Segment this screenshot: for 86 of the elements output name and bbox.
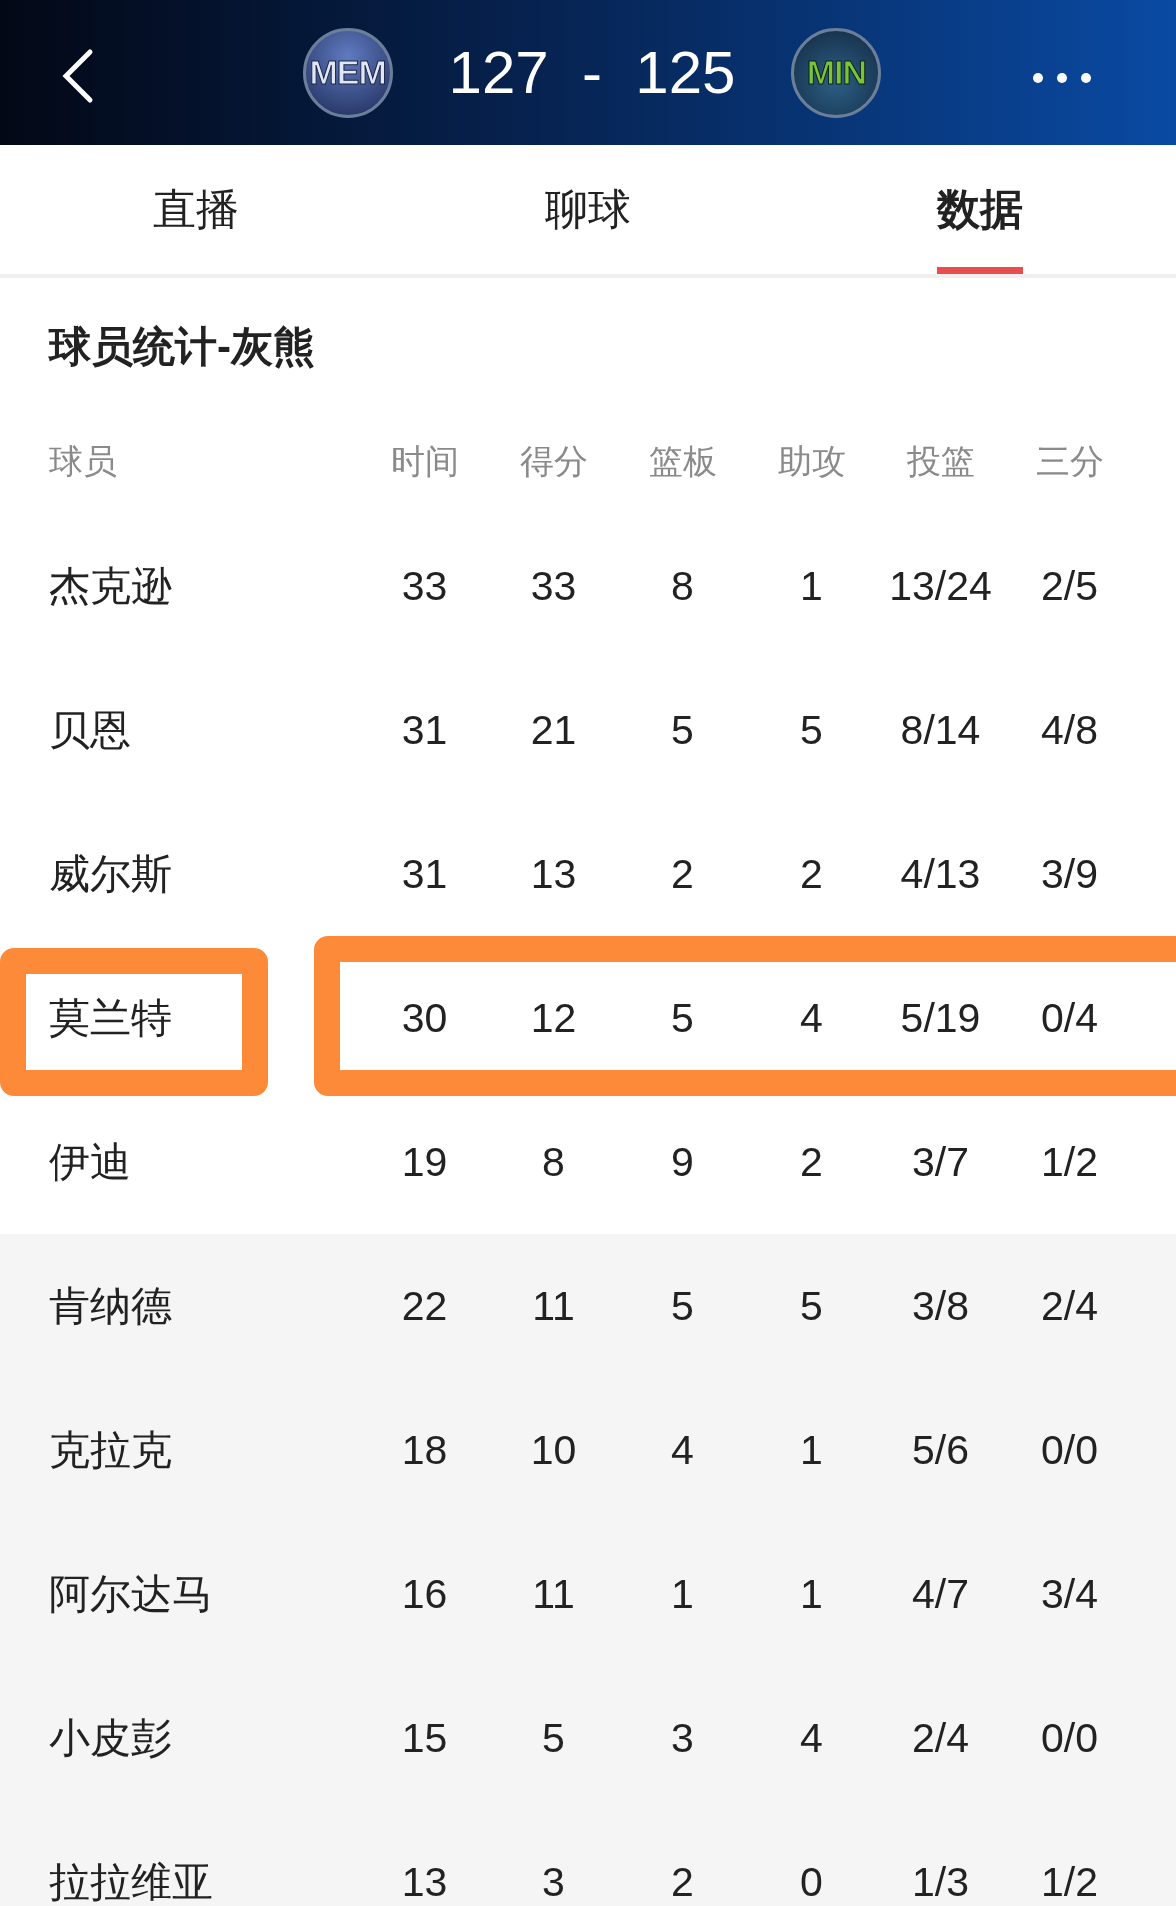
table-cell-text: 5 (541, 1714, 566, 1762)
table-cell-text: 8/14 (899, 706, 982, 754)
table-cell-text: 0 (799, 1858, 824, 1906)
table-cell-text: 3/9 (1040, 850, 1099, 898)
table-cell-text: 杰克逊 (48, 561, 173, 611)
table-cell-text: 19 (400, 1138, 449, 1186)
table-cell-text: 16 (400, 1570, 449, 1618)
table-cell-text: 4 (670, 1426, 695, 1474)
table-cell-text: 3/7 (911, 1138, 970, 1186)
table-cell-text: 18 (400, 1426, 449, 1474)
table-cell-text: 15 (400, 1714, 449, 1762)
table-cell-text: 2 (670, 1858, 695, 1906)
score: 127 - 125 (448, 38, 736, 107)
table-cell-text: 33 (529, 562, 578, 610)
table-cell-text: 11 (531, 1282, 576, 1330)
table-cell-text: 30 (400, 994, 449, 1042)
table-cell-text: 2 (670, 850, 695, 898)
table-cell-text: 2/4 (911, 1714, 970, 1762)
table-cell-text: 4/8 (1040, 706, 1099, 754)
tab[interactable]: 数据 (784, 145, 1176, 274)
table-cell-text: 5 (799, 706, 824, 754)
table-cell-text: 4 (799, 1714, 824, 1762)
table-cell-text: 拉拉维亚 (48, 1857, 214, 1906)
table-cell-text: 33 (400, 562, 449, 610)
table-cell-text: 2 (799, 1138, 824, 1186)
column-header: 助攻 (776, 441, 847, 482)
table-cell-text: 0/0 (1040, 1426, 1099, 1474)
table-cell-text: 11 (531, 1570, 576, 1618)
table-cell-text: 12 (529, 994, 578, 1042)
table-cell-text: 3/8 (911, 1282, 970, 1330)
team-logo: MIN (791, 27, 882, 118)
table-cell-text: 3/4 (1040, 1570, 1099, 1618)
table-cell-text: 威尔斯 (48, 849, 173, 899)
table-cell-text: 5 (670, 1282, 695, 1330)
table-cell-text: 8 (541, 1138, 566, 1186)
column-header: 篮板 (647, 441, 718, 482)
table-cell-text: 4 (799, 994, 824, 1042)
table-cell-text: 5 (799, 1282, 824, 1330)
table-cell-text: 2/5 (1040, 562, 1099, 610)
section-title: 球员统计-灰熊 (49, 322, 315, 372)
table-cell-text: 2 (799, 850, 824, 898)
table-cell-text: 1 (799, 562, 824, 610)
column-header: 时间 (389, 441, 460, 482)
table-cell-text: 13/24 (888, 562, 993, 610)
table-cell-text: 13 (529, 850, 578, 898)
table-cell-text: 1 (799, 1426, 824, 1474)
table-cell-text: 1/2 (1040, 1138, 1099, 1186)
table-cell-text: 31 (400, 706, 449, 754)
table-cell-text: 伊迪 (48, 1137, 132, 1187)
column-header: 得分 (518, 441, 589, 482)
back-icon[interactable] (60, 48, 94, 104)
table-cell-text: 3 (541, 1858, 566, 1906)
column-header: 球员 (48, 441, 118, 482)
table-cell-text: 0/4 (1040, 994, 1099, 1042)
table-cell-text: 肯纳德 (48, 1281, 173, 1331)
tab[interactable]: 直播 (0, 145, 392, 274)
table-cell-text: 1/3 (911, 1858, 970, 1906)
table-cell-text: 1/2 (1040, 1858, 1099, 1906)
table-cell-text: 10 (529, 1426, 578, 1474)
table-cell-text: 13 (400, 1858, 449, 1906)
table-cell-text: 5/19 (899, 994, 982, 1042)
table-cell-text: 莫兰特 (48, 993, 173, 1043)
table-cell-text: 2/4 (1040, 1282, 1099, 1330)
table-cell-text: 5 (670, 994, 695, 1042)
table-cell-text: 1 (799, 1570, 824, 1618)
table-cell-text: 9 (670, 1138, 695, 1186)
table-cell-text: 8 (670, 562, 695, 610)
tab[interactable]: 聊球 (392, 145, 784, 274)
table-cell-text: 贝恩 (48, 705, 132, 755)
table-cell-text: 0/0 (1040, 1714, 1099, 1762)
table-cell-text: 4/7 (911, 1570, 970, 1618)
more-icon[interactable] (1032, 72, 1092, 84)
table-cell-text: 5/6 (911, 1426, 970, 1474)
team-logo: MEM (302, 27, 393, 118)
table-cell-text: 5 (670, 706, 695, 754)
table-cell-text: 小皮彭 (48, 1713, 173, 1763)
table-cell-text: 3 (670, 1714, 695, 1762)
column-header: 投篮 (905, 441, 976, 482)
table-cell-text: 21 (529, 706, 578, 754)
table-cell-text: 克拉克 (48, 1425, 173, 1475)
table-cell-text: 1 (670, 1570, 695, 1618)
table-cell-text: 22 (400, 1282, 449, 1330)
table-cell-text: 4/13 (899, 850, 982, 898)
column-header: 三分 (1034, 441, 1105, 482)
table-cell-text: 阿尔达马 (48, 1569, 214, 1619)
table-cell-text: 31 (400, 850, 449, 898)
